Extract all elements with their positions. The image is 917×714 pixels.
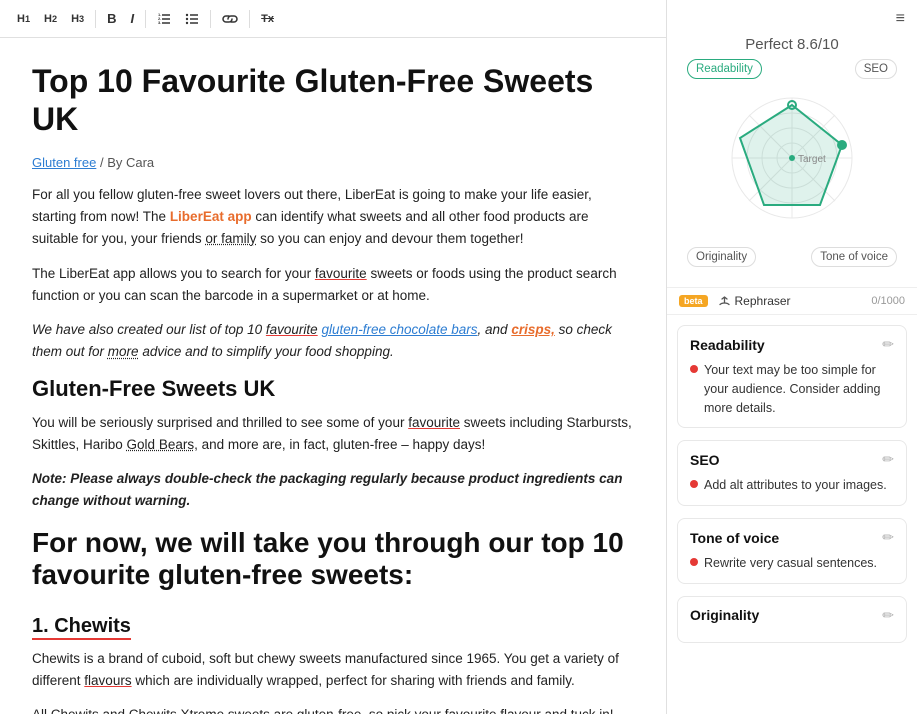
readability-item: Your text may be too simple for your aud… <box>690 361 894 417</box>
favourite-underline: favourite <box>315 266 367 281</box>
seo-edit-icon[interactable]: ✏ <box>882 451 894 468</box>
editor-panel: H1 H2 H3 B I 1.2.3. Tx Top 10 Favourite … <box>0 0 667 714</box>
divider-3 <box>210 10 211 28</box>
article-body: For all you fellow gluten-free sweet lov… <box>32 184 634 714</box>
readability-tab[interactable]: Readability <box>687 59 762 79</box>
item1-heading: 1. Chewits <box>32 615 131 640</box>
radar-chart: Target <box>702 83 882 243</box>
breadcrumb-author: By Cara <box>107 155 154 170</box>
italic-button[interactable]: I <box>126 8 140 29</box>
originality-card-header: Originality ✏ <box>690 607 894 624</box>
h1-button[interactable]: H1 <box>12 10 35 28</box>
readability-dot <box>690 365 698 373</box>
seo-dot <box>690 480 698 488</box>
crisps-link[interactable]: crisps, <box>511 322 555 337</box>
bold-button[interactable]: B <box>102 8 121 29</box>
italic-block: We have also created our list of top 10 … <box>32 319 634 364</box>
originality-tab[interactable]: Originality <box>687 247 756 267</box>
para-2: The LiberEat app allows you to search fo… <box>32 263 634 308</box>
ordered-list-button[interactable]: 1.2.3. <box>152 9 176 29</box>
rephraser-count: 0/1000 <box>871 295 905 307</box>
rephraser-label: beta Rephraser <box>679 294 791 308</box>
tone-card-header: Tone of voice ✏ <box>690 529 894 546</box>
tone-title: Tone of voice <box>690 530 779 546</box>
rephraser-icon <box>718 295 731 308</box>
breadcrumb-link[interactable]: Gluten free <box>32 155 96 170</box>
originality-title: Originality <box>690 607 759 623</box>
rephraser-bar[interactable]: beta Rephraser 0/1000 <box>667 287 917 315</box>
editor-content[interactable]: Top 10 Favourite Gluten-Free Sweets UK G… <box>0 38 666 714</box>
readability-edit-icon[interactable]: ✏ <box>882 336 894 353</box>
libereeat-app-link[interactable]: LiberEat app <box>170 209 252 224</box>
readability-card-header: Readability ✏ <box>690 336 894 353</box>
tone-edit-icon[interactable]: ✏ <box>882 529 894 546</box>
breadcrumb: Gluten free / By Cara <box>32 155 634 170</box>
seo-card-header: SEO ✏ <box>690 451 894 468</box>
readability-text: Your text may be too simple for your aud… <box>704 361 894 417</box>
toolbar: H1 H2 H3 B I 1.2.3. Tx <box>0 0 666 38</box>
rephraser-text: Rephraser <box>735 294 791 308</box>
clear-format-button[interactable]: Tx <box>256 10 279 28</box>
seo-item: Add alt attributes to your images. <box>690 476 894 495</box>
link-button[interactable] <box>217 9 243 29</box>
item1-para1: Chewits is a brand of cuboid, soft but c… <box>32 648 634 693</box>
originality-card: Originality ✏ <box>677 596 907 643</box>
seo-card: SEO ✏ Add alt attributes to your images. <box>677 440 907 506</box>
or-family-underline: or family <box>205 231 256 246</box>
score-value: Perfect 8.6 <box>745 36 818 53</box>
originality-edit-icon[interactable]: ✏ <box>882 607 894 624</box>
divider-1 <box>95 10 96 28</box>
menu-icon[interactable]: ≡ <box>896 10 905 28</box>
tone-dot <box>690 558 698 566</box>
tone-item: Rewrite very casual sentences. <box>690 554 894 573</box>
seo-tab[interactable]: SEO <box>855 59 897 79</box>
beta-badge: beta <box>679 295 708 307</box>
intro-paragraph: For all you fellow gluten-free sweet lov… <box>32 184 634 251</box>
score-display: Perfect 8.6/10 <box>679 36 905 53</box>
seo-text: Add alt attributes to your images. <box>704 476 887 495</box>
readability-card: Readability ✏ Your text may be too simpl… <box>677 325 907 428</box>
tone-of-voice-tab[interactable]: Tone of voice <box>811 247 897 267</box>
item1-para2: All Chewits and Chewits Xtreme sweets ar… <box>32 704 634 714</box>
chocolate-bars-link[interactable]: gluten-free chocolate bars <box>321 322 477 337</box>
tone-text: Rewrite very casual sentences. <box>704 554 877 573</box>
warning-text: Note: Please always double-check the pac… <box>32 468 634 513</box>
readability-title: Readability <box>690 337 765 353</box>
divider-2 <box>145 10 146 28</box>
svg-text:Target: Target <box>798 154 826 165</box>
divider-4 <box>249 10 250 28</box>
svg-text:3.: 3. <box>158 20 161 25</box>
right-panel: ≡ Perfect 8.6/10 Readability SEO <box>667 0 917 714</box>
section2-heading: For now, we will take you through our to… <box>32 527 634 591</box>
seo-title: SEO <box>690 452 720 468</box>
unordered-list-button[interactable] <box>180 9 204 29</box>
score-suffix: /10 <box>818 36 839 53</box>
tone-of-voice-card: Tone of voice ✏ Rewrite very casual sent… <box>677 518 907 584</box>
h2-button[interactable]: H2 <box>39 10 62 28</box>
right-panel-header: ≡ <box>667 0 917 32</box>
h3-button[interactable]: H3 <box>66 10 89 28</box>
article-title: Top 10 Favourite Gluten-Free Sweets UK <box>32 62 634 139</box>
radar-bottom-labels: Originality Tone of voice <box>679 243 905 275</box>
score-section: Perfect 8.6/10 Readability SEO <box>667 32 917 283</box>
section1-heading: Gluten-Free Sweets UK <box>32 376 634 402</box>
para-4: You will be seriously surprised and thri… <box>32 412 634 457</box>
